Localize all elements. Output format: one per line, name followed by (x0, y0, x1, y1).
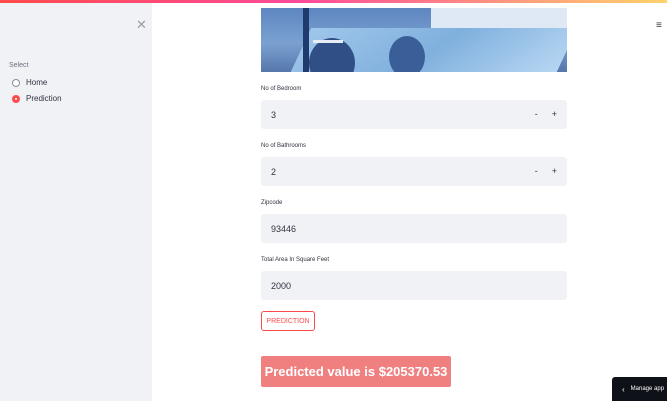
bathroom-stepper: - + (535, 157, 557, 186)
bedroom-stepper: - + (535, 100, 557, 129)
prediction-button[interactable]: PREDICTION (261, 311, 315, 331)
radio-option-home[interactable]: Home (12, 78, 47, 87)
chevron-left-icon: ‹ (622, 384, 625, 394)
zipcode-input[interactable]: 93446 (261, 214, 567, 243)
radio-unchecked-icon[interactable] (12, 78, 20, 87)
bedroom-increment-button[interactable]: + (552, 110, 557, 119)
prediction-result: Predicted value is $205370.53 (261, 356, 451, 387)
bathroom-label: No of Bathrooms (261, 143, 307, 149)
zipcode-label: Zipcode (261, 200, 283, 206)
sidebar: ✕ Select Home Prediction (0, 3, 152, 401)
radio-option-prediction[interactable]: Prediction (12, 94, 62, 103)
select-label: Select (9, 62, 29, 69)
area-value: 2000 (271, 280, 292, 291)
photo-window (431, 8, 567, 30)
bedroom-number-input[interactable]: 3 - + (261, 100, 567, 129)
zipcode-value: 93446 (271, 223, 297, 234)
kitchen-photo (261, 8, 567, 72)
bedroom-label: No of Bedroom (261, 86, 302, 92)
area-input[interactable]: 2000 (261, 271, 567, 300)
manage-app-button[interactable]: ‹ Manage app (612, 377, 667, 401)
area-label: Total Area In Square Feet (261, 257, 330, 263)
bedroom-value: 3 (271, 109, 277, 120)
bathroom-value: 2 (271, 166, 277, 177)
bathroom-decrement-button[interactable]: - (535, 167, 538, 176)
radio-label-home: Home (26, 78, 48, 87)
photo-chair-2 (389, 36, 425, 72)
photo-bar (313, 40, 343, 43)
bathroom-increment-button[interactable]: + (552, 167, 557, 176)
radio-label-prediction: Prediction (26, 94, 62, 103)
close-icon[interactable]: ✕ (136, 18, 147, 31)
bathroom-number-input[interactable]: 2 - + (261, 157, 567, 186)
radio-checked-icon[interactable] (12, 94, 20, 103)
hamburger-menu-icon[interactable]: ≡ (656, 21, 662, 31)
bedroom-decrement-button[interactable]: - (535, 110, 538, 119)
manage-app-label: Manage app (630, 386, 665, 392)
